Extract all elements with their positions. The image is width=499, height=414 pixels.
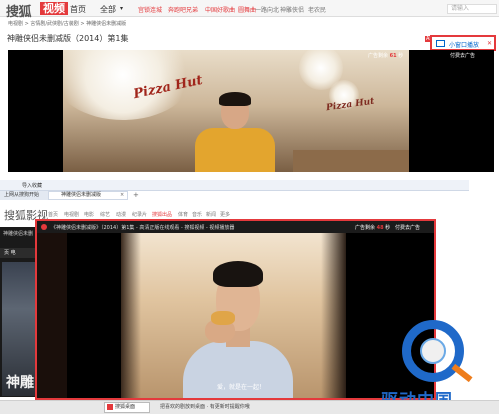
site-nav-item[interactable]: 体育 [178, 211, 188, 218]
pizza-slice [211, 311, 235, 325]
ad-video-frame: Pizza Hut Pizza Hut [63, 50, 409, 172]
mini-player-titlebar[interactable]: 《神雕侠侣未删减版》（2014）第1集 - 高清正版在线观看 - 搜狐视频 - … [37, 221, 434, 233]
video-title: 神雕侠侣未删减版（2014）第1集 [7, 34, 129, 43]
sohu-logo[interactable]: 搜狐 [6, 1, 32, 20]
taskbar-tip: 把喜欢的剧放到桌面 · 有更新时提醒你哦 [160, 404, 250, 410]
sidebar-tabs[interactable]: 页 电 [0, 248, 37, 258]
ad-countdown-unit: 秒 [398, 53, 404, 59]
tab-close-icon[interactable]: × [120, 192, 124, 198]
site-nav-item[interactable]: 音乐 [192, 211, 202, 218]
hot-link-1[interactable]: 宫锁连城 [138, 5, 162, 14]
site-nav-item[interactable]: 新闻 [206, 211, 216, 218]
site-nav-item[interactable]: 首页 [48, 211, 58, 218]
watermark-logo-center [420, 338, 446, 364]
chevron-down-icon[interactable]: ▾ [120, 5, 123, 12]
hot-link-3[interactable]: 中国好歌曲 [205, 5, 235, 14]
actor-hair [213, 261, 263, 287]
sohu-desktop-icon [107, 404, 113, 410]
ad-countdown: 广告剩余 61 秒 [368, 52, 403, 59]
hot-link-2[interactable]: 奔跑吧兄弟 [168, 5, 198, 14]
import-favorites-link[interactable]: 导入收藏 [22, 182, 42, 189]
search-input[interactable]: 请输入 [447, 4, 497, 14]
mini-window-play-button[interactable]: 小窗口播放 ✕ [430, 35, 496, 51]
mini-ad-countdown-unit: 秒 [385, 225, 391, 231]
mini-skip-ad-button[interactable]: 付费去广告 [395, 224, 420, 231]
hot-link-6[interactable]: 神雕侠侣 [280, 5, 304, 14]
skip-ad-button[interactable]: 付费去广告 [450, 52, 475, 59]
favorites-bar [0, 180, 469, 191]
mini-ad-video-frame: 爱，就是在一起！ [121, 233, 346, 398]
site-nav-item[interactable]: 电影 [84, 211, 94, 218]
actor-shirt [183, 341, 293, 398]
video-subtitle: 爱，就是在一起！ [217, 384, 266, 391]
poster-title: 神雕 [6, 375, 34, 391]
box-edge-right [321, 233, 346, 398]
nav-all-link[interactable]: 全部 [100, 4, 116, 15]
mini-player-title: 《神雕侠侣未删减版》（2014）第1集 - 高清正版在线观看 - 搜狐视频 - … [51, 225, 235, 231]
site-nav-item[interactable]: 纪录片 [132, 211, 147, 218]
site-nav-item[interactable]: 动漫 [116, 211, 126, 218]
hot-link-4[interactable]: 圆舞曲 [238, 5, 256, 14]
close-icon[interactable]: ✕ [487, 40, 492, 47]
mini-ad-countdown-seconds: 48 [376, 225, 384, 231]
mini-window-icon [436, 40, 445, 47]
hot-link-7[interactable]: 老农民 [308, 5, 326, 14]
mini-ad-countdown: 广告剩余 48 秒 [355, 224, 390, 231]
site-nav-item[interactable]: 综艺 [100, 211, 110, 218]
nav-home-link[interactable]: 首页 [70, 4, 86, 15]
site-nav-item[interactable]: 电视剧 [64, 211, 79, 218]
sohu-video-logo-badge[interactable]: 视频 [40, 2, 68, 15]
hot-link-5[interactable]: 一路向北 [255, 5, 279, 14]
sidebar-title: 神雕侠侣未删 [3, 231, 34, 237]
site-nav-item[interactable]: 更多 [220, 211, 230, 218]
browser-tab-1[interactable]: 上网从搜狗开始 [0, 191, 48, 200]
video-player[interactable]: Pizza Hut Pizza Hut 广告剩余 61 秒 付费去广告 [8, 50, 494, 172]
site-nav-item[interactable]: 搜狐出品 [152, 211, 172, 218]
box-edge-left [121, 233, 141, 398]
waiter-hair [219, 92, 251, 106]
ad-countdown-label: 广告剩余 [368, 53, 389, 59]
counter [293, 150, 409, 172]
mini-window-label: 小窗口播放 [449, 42, 480, 49]
mini-ad-countdown-label: 广告剩余 [355, 225, 376, 231]
sohu-app-icon [41, 224, 47, 230]
waiter-body [195, 128, 275, 172]
mini-window-player[interactable]: 《神雕侠侣未删减版》（2014）第1集 - 高清正版在线观看 - 搜狐视频 - … [35, 219, 436, 400]
video-dark-edge [37, 233, 67, 398]
breadcrumb[interactable]: 电视剧 > 言情剧/武侠剧/古装剧 > 神雕侠侣未删减版 [8, 20, 126, 27]
browser-tab-2[interactable]: 神雕侠侣未删减版 [48, 191, 128, 200]
ad-countdown-seconds: 61 [389, 53, 397, 59]
new-tab-button[interactable]: + [133, 191, 139, 199]
